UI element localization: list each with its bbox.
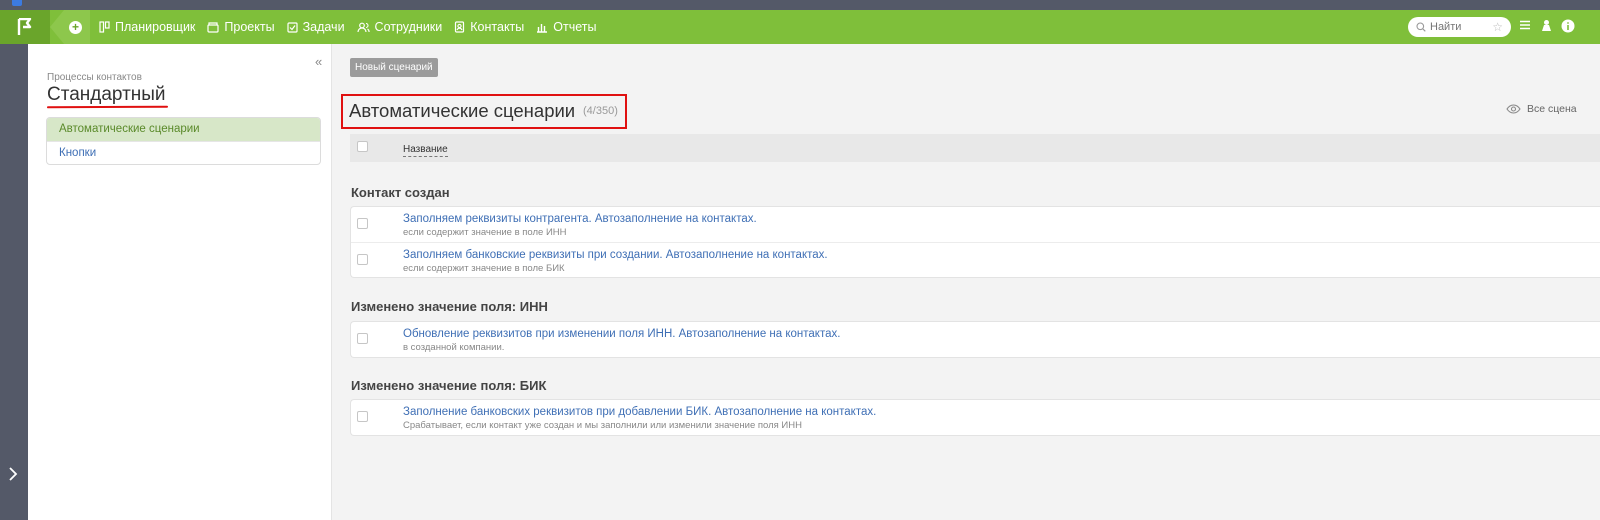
nav-label: Отчеты (553, 20, 597, 34)
table-row: Заполняем реквизиты контрагента. Автозап… (351, 207, 1600, 242)
user-icon[interactable] (1541, 19, 1552, 35)
page-title: Автоматические сценарии (349, 100, 576, 121)
scenario-link[interactable]: Обновление реквизитов при изменении поля… (403, 328, 840, 340)
table-row: Заполняем банковские реквизиты при созда… (351, 242, 1600, 277)
scenario-condition: если содержит значение в поле БИК (403, 263, 565, 274)
group-title: Изменено значение поля: ИНН (351, 299, 548, 314)
nav-item-employees[interactable]: Сотрудники (356, 20, 443, 34)
os-app-icon (12, 0, 22, 6)
column-header-name[interactable]: Название (403, 144, 448, 157)
favorite-star-icon[interactable]: ☆ (1492, 20, 1503, 34)
nav-label: Проекты (224, 20, 275, 34)
nav-item-tasks[interactable]: Задачи (286, 20, 345, 34)
expand-chevron-icon[interactable] (8, 467, 18, 486)
collapse-double-chevron-icon[interactable]: « (315, 54, 322, 69)
tasks-icon (286, 22, 298, 33)
nav-label: Сотрудники (374, 20, 443, 34)
menu-icon[interactable] (1519, 19, 1531, 34)
planner-icon (99, 21, 110, 33)
row-checkbox[interactable] (357, 218, 368, 229)
scenario-link[interactable]: Заполняем реквизиты контрагента. Автозап… (403, 213, 757, 225)
select-all-checkbox[interactable] (357, 141, 368, 152)
table-row: Заполнение банковских реквизитов при доб… (351, 400, 1600, 435)
contacts-icon (455, 21, 465, 33)
scenario-link[interactable]: Заполнение банковских реквизитов при доб… (403, 406, 876, 418)
logo-arrow-decoration (50, 10, 64, 44)
sidebar: « Процессы контактов Стандартный Автомат… (28, 44, 332, 520)
scenario-condition: в созданной компании. (403, 342, 505, 353)
logo[interactable] (0, 10, 50, 44)
nav-item-contacts[interactable]: Контакты (454, 20, 524, 34)
scenario-condition: если содержит значение в поле ИНН (403, 227, 567, 238)
nav-item-reports[interactable]: Отчеты (536, 20, 596, 34)
nav-item-planner[interactable]: Планировщик (99, 20, 195, 34)
search-input[interactable] (1430, 21, 1490, 33)
group-title: Изменено значение поля: БИК (351, 378, 547, 393)
reports-icon (537, 24, 548, 33)
scenario-count: (4/350) (583, 105, 618, 117)
all-scenarios-toggle[interactable]: Все сцена (1506, 103, 1577, 115)
nav-item-projects[interactable]: Проекты (207, 20, 275, 34)
sidebar-item-auto-scenarios[interactable]: Автоматические сценарии (47, 118, 320, 141)
new-scenario-button[interactable]: Новый сценарий (350, 58, 438, 77)
sidebar-item-buttons[interactable]: Кнопки (47, 141, 320, 164)
scenario-group: Заполнение банковских реквизитов при доб… (350, 399, 1600, 436)
sidebar-menu: Автоматические сценарии Кнопки (46, 117, 321, 165)
nav-label: Контакты (470, 20, 525, 34)
search-icon (1416, 22, 1426, 32)
employees-icon (356, 22, 370, 32)
scenario-condition: Срабатывает, если контакт уже создан и м… (403, 420, 802, 431)
scenario-group: Обновление реквизитов при изменении поля… (350, 321, 1600, 358)
info-icon[interactable] (1561, 19, 1575, 36)
sidebar-title: Стандартный (47, 84, 166, 105)
row-checkbox[interactable] (357, 411, 368, 422)
projects-icon (207, 21, 220, 33)
nav-label: Задачи (302, 20, 345, 34)
main-content: Новый сценарий Автоматические сценарии (… (333, 44, 1600, 520)
main-nav: Планировщик Проекты Задачи Сотрудники Ко… (99, 10, 608, 44)
sidebar-caption: Процессы контактов (47, 72, 142, 83)
row-checkbox[interactable] (357, 333, 368, 344)
add-plus-icon[interactable]: + (69, 21, 82, 34)
flag-logo-icon (17, 18, 32, 35)
search-box[interactable]: ☆ (1408, 17, 1511, 37)
eye-icon (1506, 104, 1521, 114)
os-title-strip (0, 0, 1600, 10)
left-rail (0, 44, 28, 520)
row-checkbox[interactable] (357, 254, 368, 265)
nav-label: Планировщик (115, 20, 196, 34)
scenario-group: Заполняем реквизиты контрагента. Автозап… (350, 206, 1600, 278)
table-header: Название (350, 134, 1600, 162)
group-title: Контакт создан (351, 185, 450, 200)
all-scenarios-label: Все сцена (1527, 103, 1577, 115)
table-row: Обновление реквизитов при изменении поля… (351, 322, 1600, 357)
red-underline-annotation (46, 105, 169, 109)
top-navigation-bar: + Планировщик Проекты Задачи Сотрудники … (0, 10, 1600, 44)
scenario-link[interactable]: Заполняем банковские реквизиты при созда… (403, 249, 828, 261)
